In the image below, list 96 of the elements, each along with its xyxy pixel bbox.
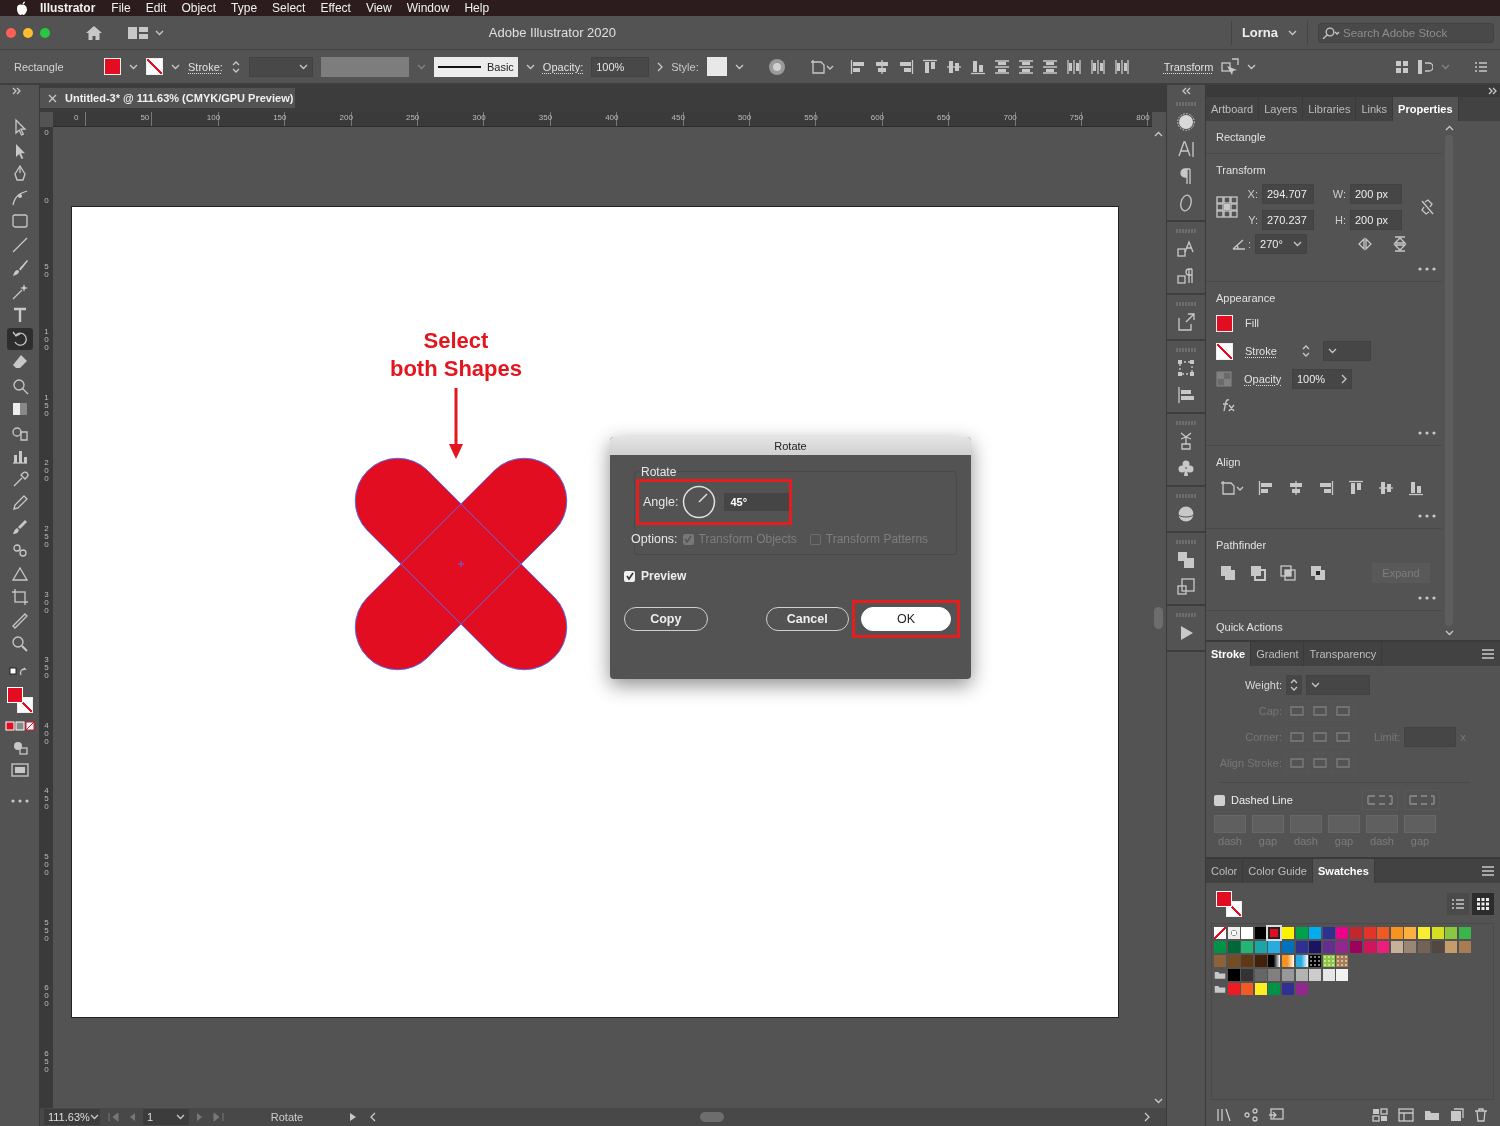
ruler-label: 400 xyxy=(604,112,620,124)
ruler-label: 350 xyxy=(537,112,554,124)
ruler-label: 150 xyxy=(44,393,49,420)
opacity-field[interactable]: 100% xyxy=(591,56,650,77)
ruler-label: 800 xyxy=(1135,112,1150,124)
ruler-label: 350 xyxy=(44,656,49,683)
menu-item[interactable]: Select xyxy=(272,0,306,16)
ruler-label: 50 xyxy=(139,112,151,124)
ruler-label: 100 xyxy=(44,328,49,355)
menu-item[interactable]: Object xyxy=(181,0,217,16)
group-title: Rotate xyxy=(639,465,679,479)
ruler-label: 700 xyxy=(1002,112,1018,124)
ruler-label: 250 xyxy=(44,524,49,551)
ruler-label: 450 xyxy=(44,787,49,814)
ruler-label: 300 xyxy=(44,590,49,617)
menu-item[interactable]: Edit xyxy=(145,0,167,16)
menu-item[interactable]: Window xyxy=(406,0,450,16)
field-label: H: xyxy=(1334,214,1346,226)
angle-field[interactable]: 45° xyxy=(724,493,789,511)
opacity-field[interactable]: 100% xyxy=(1292,369,1352,389)
stroke-link[interactable]: Stroke xyxy=(1245,345,1281,357)
angle-dropdown[interactable]: 270° xyxy=(1255,234,1308,254)
section-title: Transform xyxy=(1216,163,1267,176)
ruler-label: 400 xyxy=(44,721,49,748)
fill-label: Fill xyxy=(1245,317,1261,329)
ruler-label: 750 xyxy=(1068,112,1085,124)
zoom-dropdown[interactable]: 111.63% xyxy=(44,1109,100,1125)
user-name[interactable]: Lorna xyxy=(1241,25,1278,40)
ruler-label: 0 xyxy=(73,112,80,124)
menu-item[interactable]: Type xyxy=(231,0,258,16)
field-label: Weight: xyxy=(1243,679,1282,691)
panel-tab[interactable]: Stroke xyxy=(1206,642,1252,666)
panel-tab[interactable]: Libraries xyxy=(1303,97,1357,121)
document-title: Untitled-3* @ 111.63% (CMYK/GPU Preview) xyxy=(65,92,294,104)
document-tab[interactable]: Untitled-3* @ 111.63% (CMYK/GPU Preview) xyxy=(40,88,295,108)
ruler-label: 150 xyxy=(272,112,288,124)
stroke-label[interactable]: Stroke: xyxy=(188,60,223,73)
menu-item[interactable]: Help xyxy=(464,0,490,16)
dialog-button[interactable]: OK xyxy=(861,607,951,631)
section-title: Pathfinder xyxy=(1216,538,1268,551)
opacity-link[interactable]: Opacity xyxy=(1244,373,1280,385)
field-label: Y: xyxy=(1247,214,1258,226)
menu-item[interactable]: Illustrator xyxy=(40,0,96,16)
field-label: W: xyxy=(1331,188,1346,200)
panel-tab[interactable]: Artboard xyxy=(1206,97,1260,121)
ruler-label: 100 xyxy=(205,112,222,124)
options-label: Options: xyxy=(631,532,678,546)
panel-tab[interactable]: Properties xyxy=(1393,97,1459,121)
ruler-label: 500 xyxy=(736,112,753,124)
opacity-label[interactable]: Opacity: xyxy=(542,60,584,73)
section-title: Align xyxy=(1216,455,1242,468)
field-label: X: xyxy=(1246,188,1258,200)
panel-tab[interactable]: Transparency xyxy=(1304,642,1383,666)
angle-label: Angle: xyxy=(643,495,679,509)
panel-tab[interactable]: Color xyxy=(1206,859,1244,883)
ruler-label: 550 xyxy=(44,918,49,945)
section-title: Quick Actions xyxy=(1216,620,1284,633)
ruler-label: 600 xyxy=(869,112,886,124)
annotation-text: Select both Shapes xyxy=(389,327,523,383)
menu-item[interactable]: View xyxy=(365,0,392,16)
checkbox-label: Dashed Line xyxy=(1231,794,1293,806)
ruler-label: 650 xyxy=(44,1049,49,1076)
field-label: : xyxy=(1248,238,1252,250)
selection-label: Rectangle xyxy=(14,60,65,73)
section-title: Appearance xyxy=(1216,291,1277,304)
panel-tab[interactable]: Swatches xyxy=(1313,859,1375,883)
input-field[interactable]: 200 px xyxy=(1350,184,1402,204)
ruler-label: 600 xyxy=(44,984,49,1011)
status-text: Rotate xyxy=(269,1111,305,1123)
brush-dropdown[interactable]: Basic xyxy=(433,56,518,77)
menu-item[interactable]: Effect xyxy=(320,0,351,16)
ruler-label: 250 xyxy=(404,112,421,124)
input-field[interactable]: 200 px xyxy=(1350,210,1402,230)
artboard-dropdown[interactable]: 1 xyxy=(143,1109,189,1125)
input-field[interactable]: 294.707 xyxy=(1262,184,1314,204)
style-label: Style: xyxy=(671,60,699,73)
ruler-label: 0 xyxy=(44,197,49,207)
dialog-title: Rotate xyxy=(610,437,971,455)
window-title: Adobe Illustrator 2020 xyxy=(488,25,617,40)
panel-tab[interactable]: Gradient xyxy=(1251,642,1305,666)
ruler-label: 200 xyxy=(338,112,354,124)
ruler-label: 450 xyxy=(670,112,686,124)
menu-item[interactable]: File xyxy=(111,0,131,16)
ruler-label: 0 xyxy=(44,129,49,139)
ruler-label: 550 xyxy=(803,112,819,124)
search-field[interactable]: Search Adobe Stock xyxy=(1318,22,1494,43)
ruler-label: 650 xyxy=(936,112,952,124)
object-type: Rectangle xyxy=(1216,130,1267,143)
ruler-label: 50 xyxy=(44,262,49,281)
panel-tab[interactable]: Layers xyxy=(1259,97,1304,121)
input-field[interactable]: 270.237 xyxy=(1262,210,1314,230)
ruler-label: 300 xyxy=(471,112,487,124)
ruler-label: 200 xyxy=(44,459,49,486)
transform-link[interactable]: Transform xyxy=(1163,60,1214,73)
checkbox-label: Preview xyxy=(641,569,687,583)
ruler-label: 500 xyxy=(44,852,49,879)
